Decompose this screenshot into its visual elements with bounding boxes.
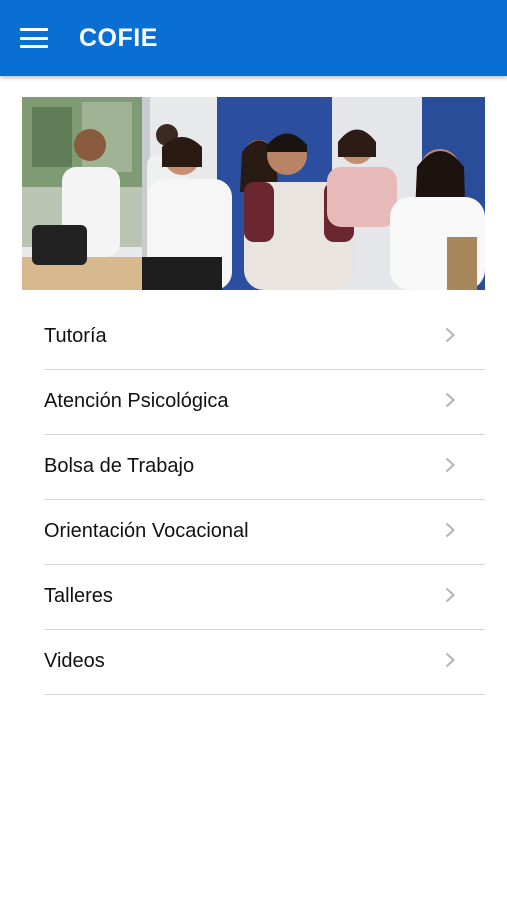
menu-item-label: Tutoría (44, 325, 107, 347)
chevron-right-icon (445, 457, 455, 473)
menu-item-atencion-psicologica[interactable]: Atención Psicológica (44, 370, 485, 435)
app-bar: COFIE (0, 0, 507, 76)
chevron-right-icon (445, 652, 455, 668)
menu-item-talleres[interactable]: Talleres (44, 565, 485, 630)
chevron-right-icon (445, 587, 455, 603)
menu-item-label: Atención Psicológica (44, 390, 229, 412)
menu-list: Tutoría Atención Psicológica Bolsa de Tr… (0, 305, 507, 695)
menu-item-label: Orientación Vocacional (44, 520, 249, 542)
menu-item-tutoria[interactable]: Tutoría (44, 305, 485, 370)
menu-item-bolsa-de-trabajo[interactable]: Bolsa de Trabajo (44, 435, 485, 500)
menu-item-videos[interactable]: Videos (44, 630, 485, 695)
menu-item-orientacion-vocacional[interactable]: Orientación Vocacional (44, 500, 485, 565)
menu-item-label: Videos (44, 650, 105, 672)
hero-image (22, 97, 485, 290)
chevron-right-icon (445, 522, 455, 538)
menu-item-label: Talleres (44, 585, 113, 607)
chevron-right-icon (445, 392, 455, 408)
chevron-right-icon (445, 327, 455, 343)
app-title: COFIE (79, 24, 158, 52)
menu-item-label: Bolsa de Trabajo (44, 455, 195, 477)
hamburger-menu-icon[interactable] (20, 28, 48, 48)
